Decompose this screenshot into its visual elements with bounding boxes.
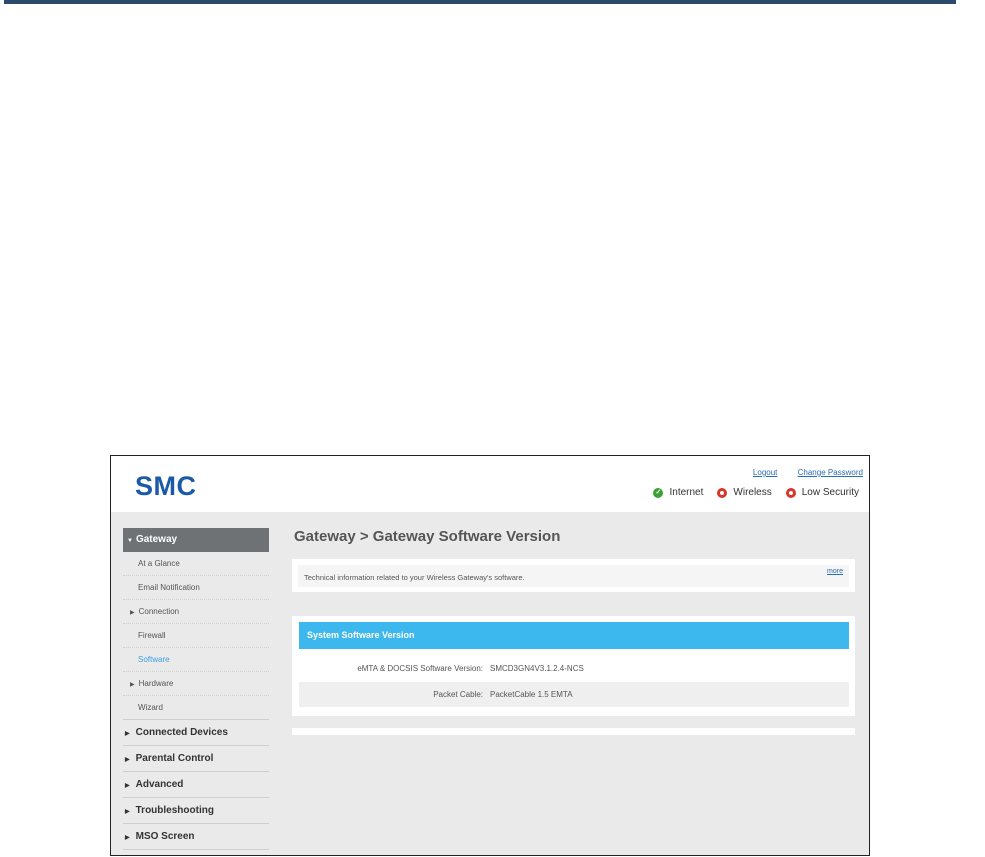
info-inner: Technical information related to your Wi…	[298, 565, 849, 587]
software-version-panel: System Software Version eMTA & DOCSIS So…	[292, 616, 855, 716]
table-row: eMTA & DOCSIS Software Version: SMCD3GN4…	[299, 656, 849, 681]
sidebar-item-advanced[interactable]: ▶ Advanced	[123, 772, 269, 798]
status-label: Wireless	[733, 487, 772, 498]
more-link[interactable]: more	[827, 568, 843, 575]
table-heading: System Software Version	[299, 622, 849, 649]
table-row: Packet Cable: PacketCable 1.5 EMTA	[299, 682, 849, 707]
logout-link[interactable]: Logout	[753, 468, 777, 477]
chevron-right-icon: ▶	[125, 757, 130, 763]
change-password-link[interactable]: Change Password	[798, 468, 863, 477]
sidebar-item-troubleshooting[interactable]: ▶ Troubleshooting	[123, 798, 269, 824]
sidebar-section-label: Gateway	[135, 534, 178, 545]
page-title: Gateway > Gateway Software Version	[294, 528, 561, 545]
sidebar-item-wizard[interactable]: Wizard	[123, 696, 269, 720]
header-links: Logout Change Password	[735, 468, 863, 477]
warning-ring-icon	[717, 487, 728, 498]
sidebar-section-gateway[interactable]: ▼ Gateway	[123, 528, 269, 552]
status-internet: ✓ Internet	[653, 487, 703, 498]
status-row: ✓ Internet Wireless Low Security	[653, 487, 859, 498]
status-label: Internet	[669, 487, 704, 498]
chevron-right-icon: ▶	[130, 682, 135, 688]
chevron-right-icon: ▶	[125, 783, 130, 789]
check-circle-icon: ✓	[653, 487, 664, 498]
sidebar-item-label: Advanced	[135, 779, 184, 790]
row-value: SMCD3GN4V3.1.2.4-NCS	[490, 664, 584, 673]
chevron-right-icon: ▶	[125, 731, 130, 737]
sidebar-item-hardware[interactable]: ▶ Hardware	[123, 672, 269, 696]
sidebar-item-software[interactable]: Software	[123, 648, 269, 672]
chevron-down-icon: ▼	[127, 538, 133, 544]
info-text: Technical information related to your Wi…	[304, 573, 525, 582]
sidebar-item-connection[interactable]: ▶ Connection	[123, 600, 269, 624]
sidebar-item-label: Connected Devices	[135, 727, 228, 738]
sidebar-item-label: MSO Screen	[135, 831, 195, 842]
sidebar-item-label: Hardware	[138, 679, 174, 688]
body-area: ▼ Gateway At a Glance Email Notification …	[111, 512, 869, 855]
status-wireless: Wireless	[717, 487, 772, 498]
info-panel: Technical information related to your Wi…	[292, 559, 855, 592]
row-value: PacketCable 1.5 EMTA	[490, 690, 573, 699]
sidebar-item-firewall[interactable]: Firewall	[123, 624, 269, 648]
sidebar-item-label: Troubleshooting	[135, 805, 214, 816]
smc-logo: SMC	[135, 471, 197, 501]
sidebar-item-mso-screen[interactable]: ▶ MSO Screen	[123, 824, 269, 850]
status-security: Low Security	[785, 487, 859, 498]
sidebar-item-label: Connection	[138, 607, 180, 616]
top-rule	[4, 0, 956, 4]
row-label: eMTA & DOCSIS Software Version:	[357, 664, 483, 673]
status-label: Low Security	[801, 487, 859, 498]
sidebar-item-label: Parental Control	[135, 753, 214, 764]
browser-frame: SMC Logout Change Password ✓ Internet Wi…	[110, 455, 870, 856]
chevron-right-icon: ▶	[130, 610, 135, 616]
sidebar-item-connected-devices[interactable]: ▶ Connected Devices	[123, 720, 269, 746]
sidebar-item-at-a-glance[interactable]: At a Glance	[123, 552, 269, 576]
row-label: Packet Cable:	[433, 690, 483, 699]
sidebar-item-parental-control[interactable]: ▶ Parental Control	[123, 746, 269, 772]
chevron-right-icon: ▶	[125, 809, 130, 815]
sidebar-nav: ▼ Gateway At a Glance Email Notification …	[123, 528, 269, 850]
chevron-right-icon: ▶	[125, 835, 130, 841]
warning-ring-icon	[785, 487, 796, 498]
page-header: SMC Logout Change Password ✓ Internet Wi…	[111, 456, 869, 512]
bottom-panel	[292, 728, 855, 735]
sidebar-item-email-notification[interactable]: Email Notification	[123, 576, 269, 600]
